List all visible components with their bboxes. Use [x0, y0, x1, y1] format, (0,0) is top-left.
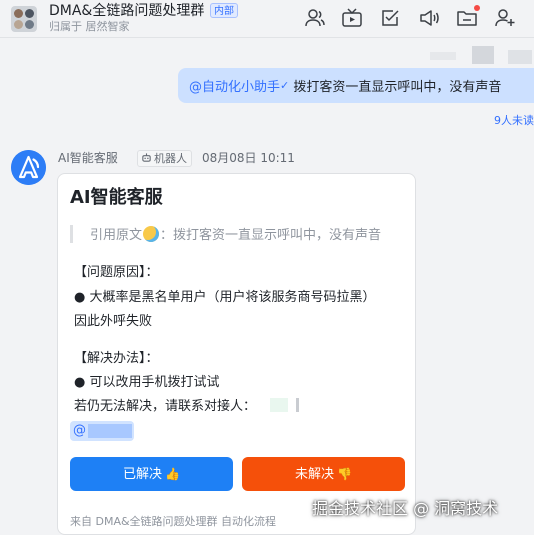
- group-avatar[interactable]: [11, 6, 37, 32]
- live-icon[interactable]: [341, 8, 363, 28]
- task-icon[interactable]: [380, 8, 402, 28]
- solution-contact-text: 若仍无法解决，请联系对接人：: [74, 399, 257, 414]
- bot-name[interactable]: AI智能客服: [58, 151, 118, 166]
- unread-count-link[interactable]: 9人未读: [494, 114, 534, 128]
- bot-avatar[interactable]: [11, 150, 46, 185]
- redacted-block: [430, 52, 456, 60]
- card-source-footer[interactable]: 来自 DMA&全链路问题处理群 自动化流程: [70, 515, 276, 529]
- add-member-icon[interactable]: [494, 8, 516, 28]
- group-name[interactable]: DMA&全链路问题处理群: [49, 2, 204, 20]
- sent-message-text: @自动化小助手✓ 拨打客资一直显示呼叫中，没有声音: [189, 77, 501, 96]
- cause-heading: 【问题原因】：: [74, 265, 159, 280]
- chat-header: DMA&全链路问题处理群 内部 归属于 居然智家: [0, 0, 534, 38]
- bot-reply-card: AI智能客服 引用原文 ：拨打客资一直显示呼叫中，没有声音 【问题原因】： ● 大…: [57, 173, 416, 535]
- sent-message-bubble[interactable]: @自动化小助手✓ 拨打客资一直显示呼叫中，没有声音: [178, 68, 534, 103]
- solution-heading: 【解决办法】：: [74, 351, 159, 366]
- redacted-block: [88, 424, 132, 438]
- bot-tag-label: 机器人: [154, 152, 187, 165]
- announcement-icon[interactable]: [418, 8, 440, 28]
- read-check-icon: ✓: [280, 79, 290, 92]
- notification-dot: [474, 5, 480, 11]
- cause-line: ● 大概率是黑名单用户（用户将该服务商号码拉黑）: [74, 290, 376, 305]
- mention-bot-link[interactable]: @自动化小助手: [189, 80, 280, 95]
- redacted-block: [472, 46, 494, 64]
- quote-bar: [70, 225, 73, 243]
- redacted-block: [296, 398, 300, 412]
- sent-message-content: 拨打客资一直显示呼叫中，没有声音: [289, 80, 502, 95]
- resolved-button[interactable]: 已解决 👍: [70, 457, 233, 491]
- solution-line: ● 可以改用手机拨打试试: [74, 375, 220, 390]
- thumbs-up-icon: 👍: [165, 467, 180, 481]
- unresolved-button-label: 未解决: [295, 467, 335, 482]
- redacted-block: [270, 398, 289, 412]
- quoted-message[interactable]: 引用原文 ：拨打客资一直显示呼叫中，没有声音: [90, 226, 408, 244]
- cause-line: 因此外呼失败: [74, 314, 153, 329]
- solution-line: 若仍无法解决，请联系对接人：: [74, 398, 300, 415]
- watermark: 掘金技术社区 @ 洞窝技术: [312, 499, 499, 518]
- emoji-icon: [143, 226, 160, 242]
- thumbs-down-icon: 👎: [337, 467, 352, 481]
- quote-content: ：拨打客资一直显示呼叫中，没有声音: [160, 228, 382, 243]
- redacted-block: [508, 50, 532, 64]
- quote-prefix: 引用原文: [90, 228, 143, 243]
- internal-tag: 内部: [210, 3, 238, 18]
- contact-mention[interactable]: @: [70, 421, 134, 441]
- unresolved-button[interactable]: 未解决 👎: [242, 457, 405, 491]
- members-icon[interactable]: [304, 8, 326, 28]
- message-timestamp: 08月08日 10:11: [202, 151, 295, 165]
- card-title: AI智能客服: [70, 187, 163, 208]
- organization-label: 归属于 居然智家: [49, 20, 130, 33]
- robot-icon: [142, 153, 151, 162]
- folder-icon[interactable]: [456, 5, 480, 28]
- mention-at: @: [73, 423, 86, 438]
- resolved-button-label: 已解决: [123, 467, 163, 482]
- bot-tag: 机器人: [137, 150, 192, 167]
